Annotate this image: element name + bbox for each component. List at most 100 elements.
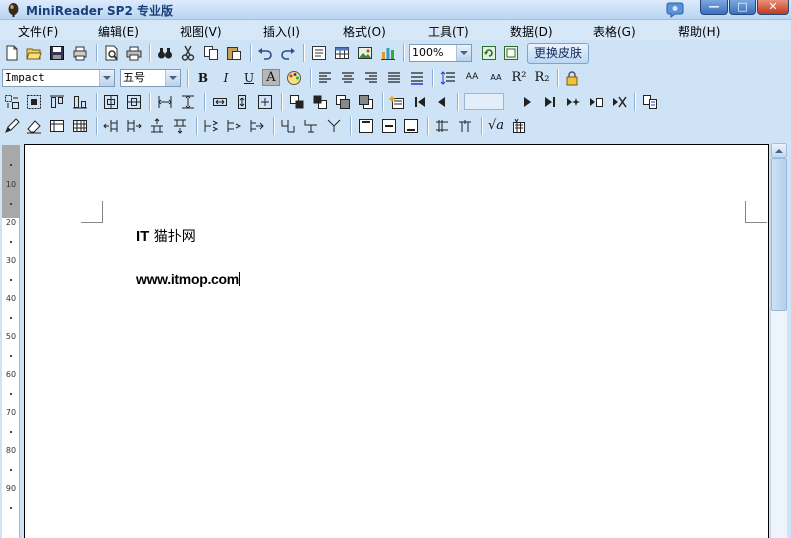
justify-icon[interactable] bbox=[385, 69, 403, 86]
bold-button[interactable]: B bbox=[194, 69, 212, 86]
distribute-vertical-icon[interactable] bbox=[179, 93, 197, 110]
bring-to-front-icon[interactable] bbox=[334, 93, 352, 110]
group-objects-icon[interactable] bbox=[25, 93, 43, 110]
close-button[interactable]: ✕ bbox=[757, 0, 789, 15]
scroll-thumb[interactable] bbox=[771, 158, 787, 311]
page-view-icon[interactable] bbox=[502, 44, 520, 61]
save-icon[interactable] bbox=[48, 44, 66, 61]
cell-align-top-icon[interactable] bbox=[357, 117, 375, 134]
distribute-icon[interactable] bbox=[408, 69, 426, 86]
scroll-up-arrow-icon[interactable] bbox=[771, 143, 787, 158]
print-preview-icon[interactable] bbox=[103, 44, 121, 61]
same-size-icon[interactable] bbox=[256, 93, 274, 110]
select-cells-icon[interactable] bbox=[3, 93, 21, 110]
redo-icon[interactable] bbox=[279, 44, 297, 61]
same-height-icon[interactable] bbox=[233, 93, 251, 110]
cell-align-bottom-icon[interactable] bbox=[402, 117, 420, 134]
paste-icon[interactable] bbox=[225, 44, 243, 61]
new-document-icon[interactable] bbox=[3, 44, 21, 61]
previous-page-icon[interactable] bbox=[433, 93, 451, 110]
table-fork-icon[interactable] bbox=[325, 117, 343, 134]
vertical-scrollbar[interactable] bbox=[770, 143, 787, 538]
table-border-icon[interactable] bbox=[48, 117, 66, 134]
center-vertical-icon[interactable] bbox=[125, 93, 143, 110]
superscript-button[interactable]: R² bbox=[510, 69, 528, 86]
document-text-line-2[interactable]: www.itmop.com bbox=[136, 271, 240, 287]
menu-tools[interactable]: 工具(T) bbox=[428, 23, 469, 40]
distribute-horizontal-icon[interactable] bbox=[156, 93, 174, 110]
cut-icon[interactable] bbox=[179, 44, 197, 61]
calculator-icon[interactable] bbox=[510, 117, 528, 134]
row-height-icon[interactable] bbox=[456, 117, 474, 134]
send-backward-icon[interactable] bbox=[311, 93, 329, 110]
menu-data[interactable]: 数据(D) bbox=[510, 23, 553, 40]
insert-row-above-icon[interactable] bbox=[148, 117, 166, 134]
insert-chart-icon[interactable] bbox=[379, 44, 397, 61]
grow-font-button[interactable]: AA bbox=[462, 69, 482, 86]
align-center-icon[interactable] bbox=[339, 69, 357, 86]
copy-icon[interactable] bbox=[202, 44, 220, 61]
menu-file[interactable]: 文件(F) bbox=[18, 23, 58, 40]
merge-cell-icon[interactable] bbox=[225, 117, 243, 134]
table-split-icon[interactable] bbox=[279, 117, 297, 134]
document-page[interactable]: IT 猫扑网 www.itmop.com bbox=[24, 144, 769, 538]
chevron-down-icon[interactable] bbox=[456, 45, 471, 61]
chevron-down-icon[interactable] bbox=[99, 70, 114, 86]
next-page-icon[interactable] bbox=[518, 93, 536, 110]
underline-button[interactable]: U bbox=[240, 69, 258, 86]
menu-format[interactable]: 格式(O) bbox=[343, 23, 386, 40]
italic-button[interactable]: I bbox=[217, 69, 235, 86]
insert-column-left-icon[interactable] bbox=[102, 117, 120, 134]
line-spacing-icon[interactable] bbox=[439, 69, 457, 86]
title-bar[interactable]: MiniReader SP2 专业版 — □ ✕ bbox=[0, 0, 791, 20]
find-binoculars-icon[interactable] bbox=[156, 44, 174, 61]
open-folder-icon[interactable] bbox=[25, 44, 43, 61]
insert-row-below-icon[interactable] bbox=[171, 117, 189, 134]
menu-view[interactable]: 视图(V) bbox=[180, 23, 222, 40]
cell-arrow-icon[interactable] bbox=[248, 117, 266, 134]
align-left-icon[interactable] bbox=[316, 69, 334, 86]
insert-formula-button[interactable]: √a bbox=[487, 117, 505, 134]
undo-icon[interactable] bbox=[256, 44, 274, 61]
font-name-select[interactable]: Impact bbox=[2, 69, 115, 87]
zoom-select[interactable]: 100% bbox=[409, 44, 472, 62]
cell-align-middle-icon[interactable] bbox=[380, 117, 398, 134]
new-page-icon[interactable] bbox=[564, 93, 582, 110]
same-width-icon[interactable] bbox=[211, 93, 229, 110]
insert-object-icon[interactable] bbox=[388, 93, 406, 110]
insert-column-right-icon[interactable] bbox=[125, 117, 143, 134]
align-right-icon[interactable] bbox=[362, 69, 380, 86]
skin-bubble-icon[interactable] bbox=[666, 1, 684, 18]
font-color-button[interactable]: A bbox=[262, 69, 280, 86]
bring-forward-icon[interactable] bbox=[288, 93, 306, 110]
document-text-line-1[interactable]: IT 猫扑网 bbox=[136, 226, 196, 246]
font-size-select[interactable]: 五号 bbox=[120, 69, 181, 87]
print-setup-icon[interactable] bbox=[71, 44, 89, 61]
send-to-back-icon[interactable] bbox=[357, 93, 375, 110]
draw-table-pencil-icon[interactable] bbox=[3, 117, 21, 134]
menu-insert[interactable]: 插入(I) bbox=[263, 23, 300, 40]
lock-icon[interactable] bbox=[563, 69, 581, 86]
menu-help[interactable]: 帮助(H) bbox=[678, 23, 720, 40]
align-bottom-objects-icon[interactable] bbox=[71, 93, 89, 110]
table-join-icon[interactable] bbox=[302, 117, 320, 134]
page-number-input[interactable] bbox=[464, 93, 504, 110]
eraser-icon[interactable] bbox=[25, 117, 43, 134]
column-width-icon[interactable] bbox=[433, 117, 451, 134]
table-grid-icon[interactable] bbox=[71, 117, 89, 134]
menu-table[interactable]: 表格(G) bbox=[593, 23, 636, 40]
insert-page-icon[interactable] bbox=[587, 93, 605, 110]
subscript-button[interactable]: R₂ bbox=[533, 69, 551, 86]
minimize-button[interactable]: — bbox=[700, 0, 728, 15]
insert-table-icon[interactable] bbox=[333, 44, 351, 61]
page-setup-icon[interactable] bbox=[641, 93, 659, 110]
maximize-button[interactable]: □ bbox=[729, 0, 756, 15]
refresh-icon[interactable] bbox=[480, 44, 498, 61]
chevron-down-icon[interactable] bbox=[165, 70, 180, 86]
insert-textbox-icon[interactable] bbox=[310, 44, 328, 61]
last-page-icon[interactable] bbox=[541, 93, 559, 110]
delete-page-icon[interactable] bbox=[610, 93, 628, 110]
center-horizontal-icon[interactable] bbox=[102, 93, 120, 110]
first-page-icon[interactable] bbox=[411, 93, 429, 110]
split-cell-icon[interactable] bbox=[202, 117, 220, 134]
